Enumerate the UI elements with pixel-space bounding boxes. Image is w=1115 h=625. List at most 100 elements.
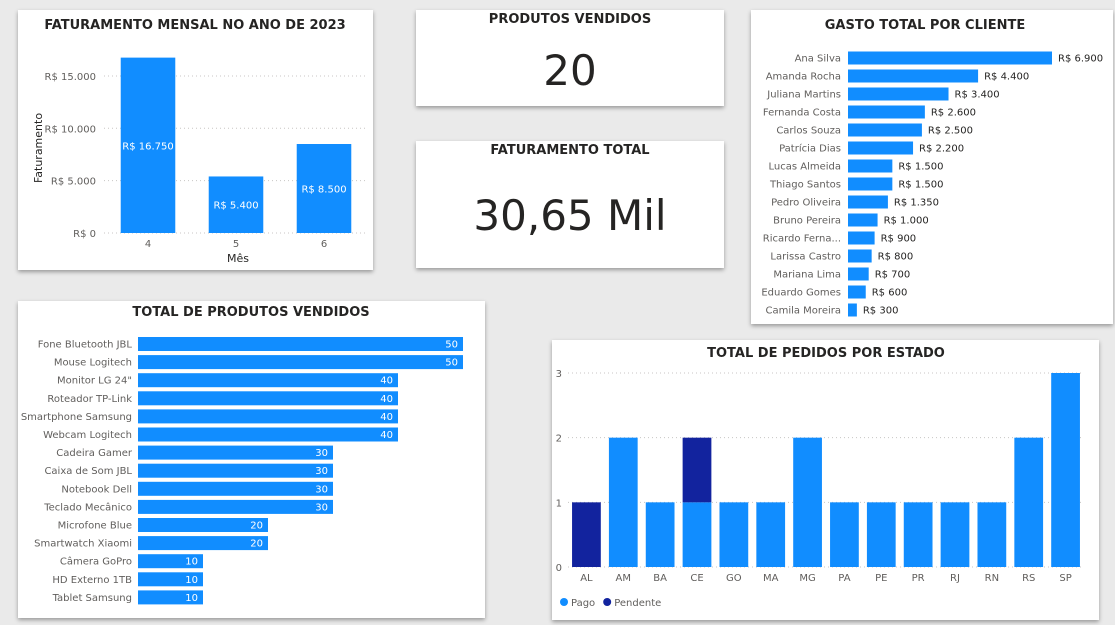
data-label: R$ 4.400 [984,72,1029,83]
bar[interactable] [138,391,398,406]
category-label: Amanda Rocha [766,72,841,83]
bar[interactable] [848,303,857,317]
produtos-vendidos-kpi-card: PRODUTOS VENDIDOS 20 [416,10,724,106]
category-label: Camila Moreira [765,306,841,317]
data-label: 40 [380,430,393,441]
data-label: R$ 300 [863,306,899,317]
data-label: 10 [185,593,198,604]
bar[interactable] [138,355,463,370]
bar[interactable] [848,285,866,299]
bar[interactable] [138,337,463,351]
data-label: R$ 900 [881,234,917,245]
x-tick-label: RS [1022,573,1035,584]
bar-segment[interactable] [682,437,712,503]
data-label: R$ 2.500 [928,126,973,137]
data-label: 50 [445,340,458,351]
bar-segment[interactable] [903,502,933,567]
data-label: 40 [380,376,393,387]
bar[interactable] [848,195,888,209]
x-tick-label: AL [580,573,593,584]
y-axis-label: Faturamento [32,113,45,183]
bar[interactable] [138,427,398,442]
category-label: Fernanda Costa [763,108,841,119]
bar[interactable] [848,87,949,101]
chart-title: TOTAL DE PRODUTOS VENDIDOS [132,305,369,320]
bar-segment[interactable] [572,502,601,567]
category-label: HD Externo 1TB [52,575,132,586]
category-label: Tablet Samsung [52,593,132,604]
produtos-vendidos-chart: TOTAL DE PRODUTOS VENDIDOS Fone Bluetoot… [21,305,463,605]
y-tick-label: R$ 0 [73,229,96,240]
x-tick-label: AM [616,573,631,584]
x-tick-label: BA [653,573,667,584]
category-label: Cadeira Gamer [56,448,133,459]
gasto-por-cliente-card: GASTO TOTAL POR CLIENTE Ana Silva R$ 6.90… [751,10,1113,324]
bar[interactable] [138,409,398,424]
bar-segment[interactable] [608,437,638,567]
bar[interactable] [848,141,914,155]
data-label: 40 [380,394,393,405]
bar[interactable] [138,518,268,532]
chart-title: TOTAL DE PEDIDOS POR ESTADO [707,346,945,361]
x-tick-label: PA [838,573,850,584]
bar-segment[interactable] [977,502,1007,567]
bar[interactable] [848,177,893,191]
category-label: Pedro Oliveira [771,198,841,209]
bar-segment[interactable] [682,502,712,567]
y-tick-label: R$ 5.000 [51,177,96,188]
bar-segment[interactable] [940,502,970,567]
bar-segment[interactable] [793,437,822,567]
legend-marker [603,598,612,606]
x-tick-label: 6 [321,239,327,250]
category-label: Mariana Lima [773,270,841,281]
bar[interactable] [848,267,869,281]
bar[interactable] [848,159,893,173]
x-tick-label: MA [763,573,779,584]
bar[interactable] [138,481,333,496]
bar[interactable] [138,499,333,514]
bar-segment[interactable] [645,502,675,567]
bar-segment[interactable] [830,502,859,567]
data-label: 10 [185,557,198,568]
data-label: R$ 2.200 [919,144,964,155]
bar[interactable] [848,105,925,119]
bar-segment[interactable] [1014,437,1044,567]
y-tick-label: 3 [556,369,562,380]
category-label: Lucas Almeida [768,162,841,173]
x-tick-label: SP [1059,573,1071,584]
bar-segment[interactable] [719,502,749,567]
data-label: R$ 3.400 [955,90,1000,101]
bar[interactable] [138,445,333,460]
gasto-por-cliente-chart: GASTO TOTAL POR CLIENTE Ana Silva R$ 6.90… [761,18,1103,317]
bar[interactable] [848,123,922,137]
chart-title: FATURAMENTO MENSAL NO ANO DE 2023 [44,18,345,33]
bar[interactable] [848,51,1052,65]
chart-legend[interactable]: Pago Pendente [560,598,661,609]
x-tick-label: 4 [145,239,151,250]
category-label: Carlos Souza [776,126,841,137]
category-label: Roteador TP-Link [47,394,132,405]
data-label: R$ 5.400 [213,201,258,212]
data-label: 30 [315,448,328,459]
category-label: Microfone Blue [58,521,132,532]
bar[interactable] [138,536,268,551]
category-label: Larissa Castro [770,252,841,263]
faturamento-mensal-chart: FATURAMENTO MENSAL NO ANO DE 2023 R$ 0 R$… [32,18,368,265]
bar[interactable] [848,213,878,227]
bar[interactable] [848,249,872,263]
x-axis-label: Mês [227,252,249,265]
bar[interactable] [848,231,875,245]
x-tick-label: CE [690,573,703,584]
bar[interactable] [848,69,979,83]
bar-segment[interactable] [756,502,786,567]
data-label: R$ 16.750 [122,141,173,152]
data-label: 10 [185,575,198,586]
legend-marker [560,598,568,606]
chart-title: GASTO TOTAL POR CLIENTE [825,18,1025,33]
bar[interactable] [138,463,333,478]
bar-segment[interactable] [866,502,896,567]
bar[interactable] [138,373,398,388]
category-label: Juliana Martins [766,90,841,101]
bar-segment[interactable] [1051,373,1080,567]
category-label: Eduardo Gomes [761,288,841,299]
